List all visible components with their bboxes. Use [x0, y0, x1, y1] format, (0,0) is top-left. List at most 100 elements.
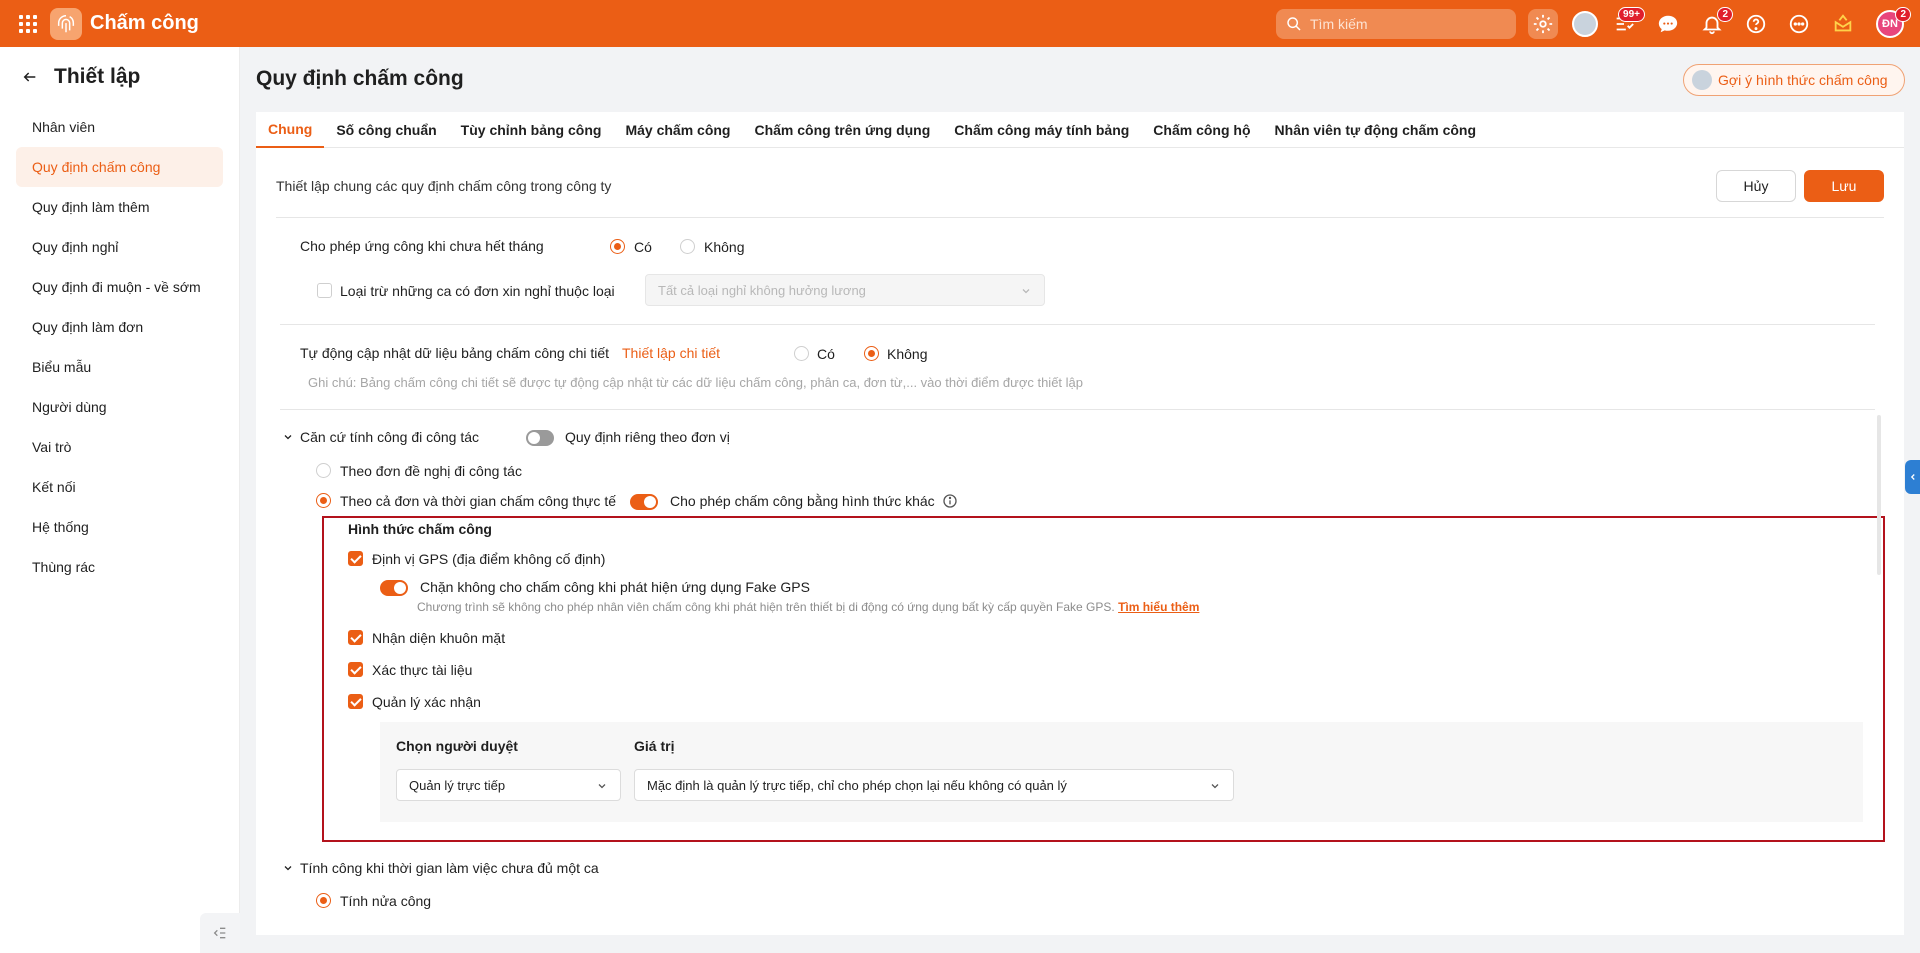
chevron-down-icon[interactable] — [282, 431, 294, 443]
collapse-sidebar-icon[interactable] — [200, 913, 240, 953]
page-title: Quy định chấm công — [256, 67, 464, 90]
more-options-icon[interactable] — [1784, 9, 1814, 39]
sidebar-item-users[interactable]: Người dùng — [16, 387, 223, 427]
manager-confirm-label: Quản lý xác nhận — [372, 694, 481, 710]
notification-bell-icon[interactable]: 2 — [1697, 7, 1733, 39]
user-badge: 2 — [1895, 7, 1911, 22]
chevron-down-icon[interactable] — [282, 862, 294, 874]
back-arrow-icon[interactable] — [22, 69, 38, 85]
approver-value: Quản lý trực tiếp — [409, 777, 506, 793]
approver-value-select[interactable]: Mặc định là quản lý trực tiếp, chỉ cho p… — [634, 769, 1234, 801]
sidebar-item-system[interactable]: Hệ thống — [16, 507, 223, 547]
apps-grid-icon[interactable] — [19, 14, 37, 33]
half-day-radio[interactable] — [316, 893, 331, 908]
approver-value-text: Mặc định là quản lý trực tiếp, chỉ cho p… — [647, 777, 1067, 793]
sidebar-item-forms[interactable]: Biểu mẫu — [16, 347, 223, 387]
chat-icon[interactable] — [1653, 9, 1683, 39]
exclude-label: Loại trừ những ca có đơn xin nghỉ thuộc … — [340, 283, 615, 299]
rewards-icon[interactable] — [1828, 9, 1858, 39]
cancel-button[interactable]: Hủy — [1716, 170, 1796, 202]
save-button[interactable]: Lưu — [1804, 170, 1884, 202]
scrollbar[interactable] — [1877, 415, 1881, 575]
gps-label: Định vị GPS (địa điểm không cố định) — [372, 551, 606, 567]
trip-option2-radio[interactable] — [316, 493, 331, 508]
sidebar-item-roles[interactable]: Vai trò — [16, 427, 223, 467]
leave-type-select[interactable]: Tất cả loại nghỉ không hưởng lương — [645, 274, 1045, 306]
tab-tablet-attendance[interactable]: Chấm công máy tính bảng — [942, 112, 1141, 148]
user-avatar[interactable]: ĐN 2 — [1875, 7, 1911, 39]
tasks-badge: 99+ — [1618, 7, 1645, 22]
document-verify-label: Xác thực tài liệu — [372, 662, 473, 678]
chevron-down-icon — [1211, 784, 1219, 789]
tab-bar: Chung Số công chuẩn Tùy chỉnh bảng công … — [256, 112, 1904, 148]
search-placeholder: Tìm kiếm — [1310, 16, 1368, 32]
tab-standard-workdays[interactable]: Số công chuẩn — [324, 112, 448, 148]
sidebar-item-request-rules[interactable]: Quy định làm đơn — [16, 307, 223, 347]
advance-yes-radio[interactable] — [610, 239, 625, 254]
tab-time-clock[interactable]: Máy chấm công — [613, 112, 742, 148]
search-icon — [1287, 17, 1301, 31]
sidebar-item-leave-rules[interactable]: Quy định nghỉ — [16, 227, 223, 267]
face-recognition-label: Nhận diện khuôn mặt — [372, 630, 506, 646]
approver-header: Chọn người duyệt — [396, 738, 518, 754]
tab-app-attendance[interactable]: Chấm công trên ứng dụng — [742, 112, 942, 148]
auto-update-no-label: Không — [887, 346, 928, 362]
gps-checkbox[interactable] — [348, 551, 363, 566]
suggest-attendance-button[interactable]: Gợi ý hình thức chấm công — [1683, 64, 1905, 96]
sidebar-item-late-early-rules[interactable]: Quy định đi muộn - về sớm — [16, 267, 223, 307]
search-input[interactable]: Tìm kiếm — [1276, 9, 1516, 39]
settings-gear-icon[interactable] — [1528, 9, 1558, 39]
half-day-label: Tính nửa công — [340, 893, 432, 909]
trip-option1-label: Theo đơn đề nghị đi công tác — [340, 463, 522, 479]
help-icon[interactable] — [1741, 9, 1771, 39]
chevron-down-icon — [598, 784, 606, 789]
auto-update-yes-radio[interactable] — [794, 346, 809, 361]
face-recognition-checkbox[interactable] — [348, 630, 363, 645]
side-panel-toggle-icon[interactable] — [1905, 460, 1920, 494]
profile-avatar[interactable] — [1570, 9, 1600, 39]
allow-other-method-toggle[interactable] — [630, 494, 658, 510]
learn-more-link[interactable]: Tìm hiểu thêm — [1118, 600, 1199, 614]
fake-gps-toggle[interactable] — [380, 580, 408, 596]
approver-select[interactable]: Quản lý trực tiếp — [396, 769, 621, 801]
exclude-checkbox[interactable] — [317, 283, 332, 298]
tasks-icon[interactable]: 99+ — [1609, 7, 1645, 39]
tab-general[interactable]: Chung — [256, 112, 325, 148]
allow-other-method-label: Cho phép chấm công bằng hình thức khác — [670, 493, 935, 509]
document-verify-checkbox[interactable] — [348, 662, 363, 677]
assistant-avatar — [1692, 70, 1712, 90]
sidebar-header: Thiết lập — [0, 47, 239, 107]
auto-update-no-radio[interactable] — [864, 346, 879, 361]
auto-update-note: Ghi chú: Bảng chấm công chi tiết sẽ được… — [308, 375, 1083, 390]
manager-confirm-checkbox[interactable] — [348, 694, 363, 709]
sidebar-title: Thiết lập — [54, 65, 141, 88]
app-title: Chấm công — [90, 12, 199, 34]
divider — [280, 324, 1875, 325]
business-trip-label: Căn cứ tính công đi công tác — [300, 429, 480, 445]
unit-rules-toggle[interactable] — [526, 430, 554, 446]
fake-gps-desc-text: Chương trình sẽ không cho phép nhân viên… — [417, 600, 1115, 614]
advance-label: Cho phép ứng công khi chưa hết tháng — [300, 238, 544, 254]
fake-gps-description: Chương trình sẽ không cho phép nhân viên… — [417, 600, 1199, 614]
sidebar-item-connections[interactable]: Kết nối — [16, 467, 223, 507]
sidebar-item-employees[interactable]: Nhân viên — [16, 107, 223, 147]
advance-yes-label: Có — [634, 239, 652, 255]
trip-option2-label: Theo cả đơn và thời gian chấm công thực … — [340, 493, 616, 509]
tab-proxy-attendance[interactable]: Chấm công hộ — [1141, 112, 1262, 148]
notification-badge: 2 — [1717, 7, 1733, 22]
sidebar-item-trash[interactable]: Thùng rác — [16, 547, 223, 587]
tab-customize-timesheet[interactable]: Tùy chỉnh bảng công — [449, 112, 614, 148]
trip-option1-radio[interactable] — [316, 463, 331, 478]
sidebar-item-attendance-rules[interactable]: Quy định chấm công — [16, 147, 223, 187]
fingerprint-logo-icon — [50, 7, 82, 40]
detail-settings-link[interactable]: Thiết lập chi tiết — [622, 345, 720, 361]
auto-update-label: Tự động cập nhật dữ liệu bảng chấm công … — [300, 345, 610, 361]
advance-no-radio[interactable] — [680, 239, 695, 254]
tab-auto-attendance[interactable]: Nhân viên tự động chấm công — [1263, 112, 1488, 148]
insufficient-time-label: Tính công khi thời gian làm việc chưa đủ… — [300, 860, 599, 876]
divider — [276, 217, 1884, 218]
info-icon[interactable] — [942, 493, 958, 509]
sidebar-item-overtime-rules[interactable]: Quy định làm thêm — [16, 187, 223, 227]
sidebar: Thiết lập Nhân viên Quy định chấm công Q… — [0, 47, 240, 953]
unit-rules-label: Quy định riêng theo đơn vị — [565, 429, 730, 445]
